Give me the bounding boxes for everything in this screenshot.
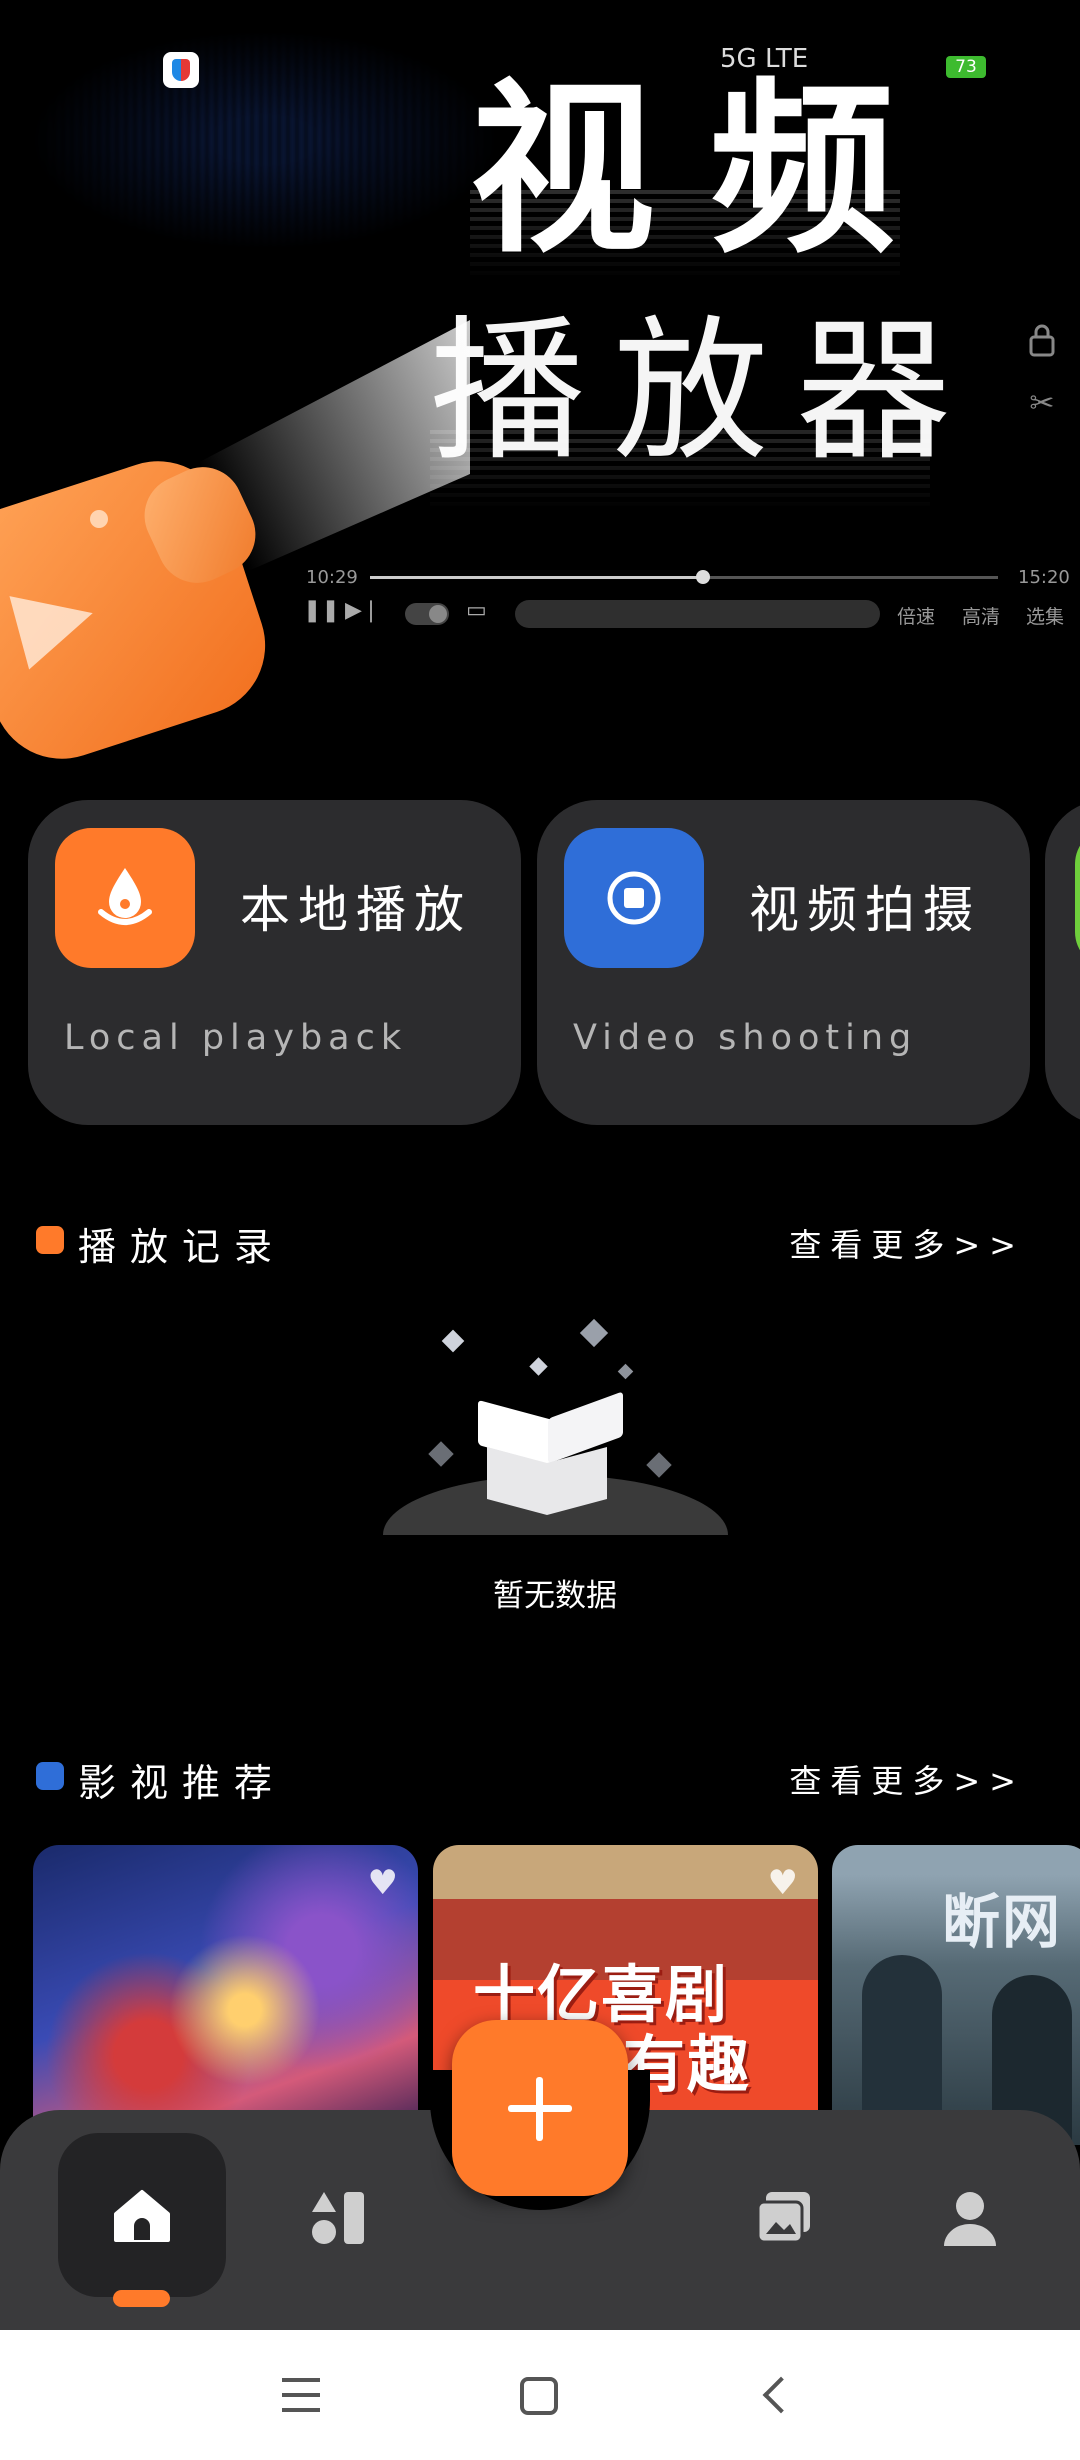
local-playback-card[interactable]: 本地播放 Local playback [28, 800, 521, 1125]
home-square-icon[interactable] [520, 2377, 558, 2415]
title-reflection [430, 430, 930, 510]
poster-card[interactable]: ♥ [33, 1845, 418, 2145]
next-icon: ▶❘ [345, 598, 381, 623]
scissors-icon: ✂ [1029, 386, 1055, 421]
history-more-link[interactable]: 查看更多>> [789, 1220, 1025, 1266]
card-subtitle: Local playback [64, 1018, 408, 1058]
hero-banner: 视频 播放器 ✂ 10:29 15:20 ❚❚ ▶❘ ▭ 倍速 高清 选集 5G… [0, 0, 1080, 770]
sparkle [646, 1452, 672, 1478]
fire-drop-icon [55, 828, 195, 968]
history-title: 播放记录 [78, 1225, 287, 1269]
app-notification-icon [163, 52, 199, 88]
sparkle [529, 1357, 548, 1376]
progress-thumb [695, 570, 710, 584]
sparkle [617, 1363, 634, 1380]
next-action-card-peek[interactable] [1045, 800, 1080, 1125]
menu-icon[interactable] [282, 2378, 320, 2412]
active-tab-indicator [113, 2290, 170, 2307]
current-time: 10:29 [306, 567, 358, 588]
recommend-more-link[interactable]: 查看更多>> [789, 1756, 1025, 1802]
recommend-accent-dot [36, 1762, 64, 1790]
danmaku-input [515, 600, 880, 628]
home-icon[interactable] [110, 2186, 174, 2250]
library-icon[interactable] [754, 2190, 814, 2250]
category-icon[interactable] [308, 2190, 368, 2250]
progress-track [370, 570, 998, 584]
battery-indicator: 73 [946, 56, 986, 78]
danmaku-icon: ▭ [466, 598, 487, 623]
poster-card[interactable]: 断网 [832, 1845, 1080, 2145]
heart-icon[interactable]: ♥ [768, 1863, 798, 1903]
speed-label: 倍速 [897, 606, 936, 628]
recommend-title: 影视推荐 [78, 1761, 287, 1805]
card-subtitle: Video shooting [573, 1018, 918, 1058]
video-shooting-card[interactable]: 视频拍摄 Video shooting [537, 800, 1030, 1125]
sparkle [579, 1318, 609, 1348]
camera-mascot-dot [90, 510, 108, 528]
sparkle [428, 1441, 454, 1467]
heart-icon[interactable]: ♥ [368, 1863, 398, 1903]
episodes-label: 选集 [1026, 606, 1065, 628]
empty-text: 暂无数据 [493, 1578, 617, 1614]
plus-icon [536, 2077, 543, 2141]
card-title: 本地播放 [240, 881, 472, 939]
card-title: 视频拍摄 [749, 881, 981, 939]
danmaku-toggle [405, 603, 449, 625]
network-status: 5G LTE [720, 44, 809, 74]
record-icon [564, 828, 704, 968]
sparkle [441, 1329, 465, 1353]
history-accent-dot [36, 1226, 64, 1254]
add-button[interactable] [452, 2020, 628, 2196]
sound-wave-glow [30, 30, 500, 250]
poster-title: 断网 [942, 1888, 1063, 1956]
lock-icon [1022, 322, 1062, 362]
pause-icon: ❚❚ [303, 598, 340, 623]
quality-label: 高清 [962, 606, 1001, 628]
total-time: 15:20 [1018, 567, 1070, 588]
progress-fill [370, 576, 703, 579]
profile-icon[interactable] [940, 2188, 1000, 2252]
